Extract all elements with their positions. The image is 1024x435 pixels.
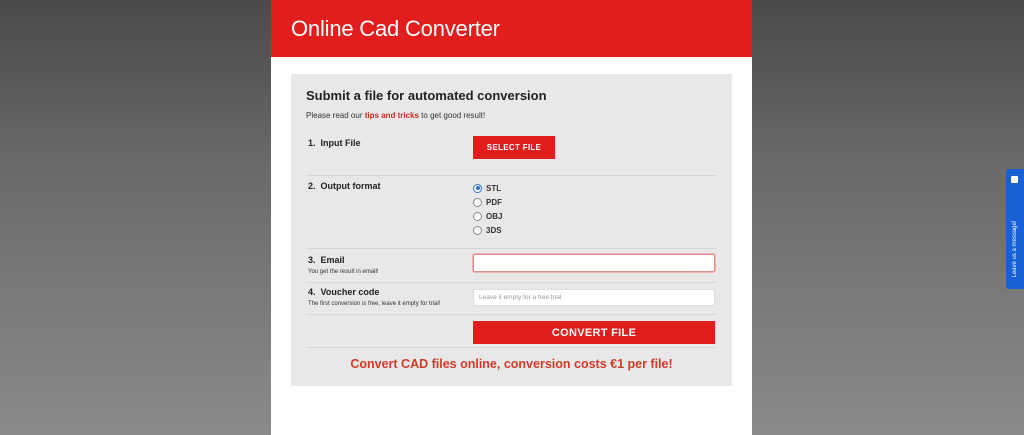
input-file-number: 1.: [308, 138, 316, 148]
site-title: Online Cad Converter: [291, 15, 500, 41]
email-text: Email: [320, 255, 345, 265]
format-option-label: OBJ: [486, 211, 503, 221]
input-file-text: Input File: [320, 138, 361, 148]
voucher-code-field[interactable]: [473, 289, 715, 306]
format-option-stl[interactable]: STL: [473, 181, 502, 195]
email-label: 3. Email: [308, 255, 345, 265]
input-file-label: 1. Input File: [308, 138, 361, 148]
format-option-obj[interactable]: OBJ: [473, 209, 502, 223]
chat-bubble-icon: [1011, 176, 1018, 183]
format-option-pdf[interactable]: PDF: [473, 195, 502, 209]
voucher-number: 4.: [308, 287, 316, 297]
divider: [306, 347, 716, 348]
radio-stl[interactable]: [473, 183, 482, 193]
divider: [306, 248, 716, 249]
format-option-3ds[interactable]: 3DS: [473, 223, 502, 237]
format-option-label: 3DS: [486, 225, 502, 235]
radio-3ds[interactable]: [473, 225, 482, 235]
form-intro: Please read our tips and tricks to get g…: [306, 111, 485, 120]
format-option-label: STL: [486, 183, 502, 193]
divider: [306, 282, 716, 283]
email-number: 3.: [308, 255, 316, 265]
chat-tab-label: Leave us a message!: [1012, 220, 1018, 278]
page-container: Online Cad Converter Submit a file for a…: [271, 0, 752, 435]
pricing-promo: Convert CAD files online, conversion cos…: [350, 357, 673, 371]
conversion-form: Submit a file for automated conversion P…: [291, 74, 732, 386]
voucher-label: 4. Voucher code: [308, 287, 379, 297]
form-heading: Submit a file for automated conversion: [306, 88, 547, 103]
intro-text-before: Please read our: [306, 111, 365, 120]
divider: [306, 314, 716, 315]
voucher-text: Voucher code: [320, 287, 380, 297]
convert-file-button[interactable]: CONVERT FILE: [473, 321, 715, 344]
output-format-radio-group: STL PDF OBJ 3DS: [473, 181, 502, 237]
radio-pdf[interactable]: [473, 197, 482, 207]
output-format-number: 2.: [308, 181, 316, 191]
output-format-text: Output format: [320, 181, 381, 191]
leave-message-chat-tab[interactable]: Leave us a message!: [1006, 169, 1024, 289]
output-format-label: 2. Output format: [308, 181, 381, 191]
divider: [306, 175, 716, 176]
radio-obj[interactable]: [473, 211, 482, 221]
site-header: Online Cad Converter: [271, 0, 752, 57]
format-option-label: PDF: [486, 197, 502, 207]
email-hint: You get the result in email!: [308, 269, 379, 275]
voucher-hint: The first conversion is free, leave it e…: [308, 301, 441, 307]
select-file-button[interactable]: SELECT FILE: [473, 136, 555, 159]
tips-and-tricks-link[interactable]: tips and tricks: [365, 111, 419, 120]
intro-text-after: to get good result!: [418, 111, 486, 120]
email-field[interactable]: [473, 254, 715, 272]
